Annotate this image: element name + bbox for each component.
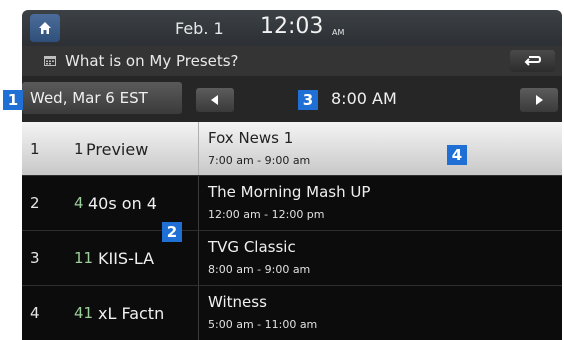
status-date: Feb. 1	[175, 19, 224, 38]
row-divider	[198, 176, 199, 230]
channel-number: 4	[74, 194, 84, 212]
show-title: The Morning Mash UP	[208, 183, 371, 201]
callout-4: 4	[447, 145, 467, 165]
show-time: 12:00 am - 12:00 pm	[208, 208, 325, 221]
callout-3: 3	[298, 90, 318, 110]
page-title: What is on My Presets?	[65, 52, 239, 70]
channel-name: xL Factn	[98, 304, 165, 323]
arrow-left-icon	[211, 95, 218, 105]
arrow-right-icon	[536, 95, 543, 105]
home-icon	[39, 22, 51, 34]
channel-number: 1	[74, 140, 84, 158]
next-time-button[interactable]	[520, 88, 558, 112]
preset-list: 1 1 Preview Fox News 1 7:00 am - 9:00 am…	[22, 122, 562, 340]
show-time: 5:00 am - 11:00 am	[208, 318, 318, 331]
day-selector-button[interactable]: Wed, Mar 6 EST	[22, 82, 182, 114]
status-ampm: AM	[332, 28, 345, 37]
channel-number: 11	[74, 249, 94, 267]
row-divider	[198, 231, 199, 285]
channel-name: 40s on 4	[88, 194, 157, 213]
preset-row-3[interactable]: 3 11 KIIS-LA TVG Classic 8:00 am - 9:00 …	[22, 230, 562, 285]
preset-row-2[interactable]: 2 4 40s on 4 The Morning Mash UP 12:00 a…	[22, 175, 562, 230]
preset-index: 4	[30, 304, 40, 322]
selected-time: 8:00 AM	[331, 89, 397, 108]
previous-time-button[interactable]	[196, 88, 234, 112]
home-button[interactable]	[30, 14, 60, 42]
show-title: Witness	[208, 293, 267, 311]
preset-index: 2	[30, 194, 40, 212]
date-time-nav: Wed, Mar 6 EST 8:00 AM	[22, 76, 562, 122]
status-time: 12:03	[260, 14, 324, 39]
channel-name: KIIS-LA	[98, 249, 155, 268]
back-icon	[524, 56, 541, 66]
preset-row-1[interactable]: 1 1 Preview Fox News 1 7:00 am - 9:00 am	[22, 122, 562, 175]
callout-1: 1	[3, 90, 23, 110]
show-time: 7:00 am - 9:00 am	[208, 154, 311, 167]
show-title: Fox News 1	[208, 129, 294, 147]
back-button[interactable]	[510, 50, 555, 72]
title-bar: What is on My Presets?	[22, 46, 562, 76]
preset-index: 1	[30, 140, 40, 158]
channel-name: Preview	[86, 140, 149, 159]
show-title: TVG Classic	[208, 238, 296, 256]
calendar-icon	[44, 56, 56, 66]
row-divider	[198, 122, 199, 175]
status-bar: Feb. 1 12:03 AM	[22, 10, 562, 46]
callout-2: 2	[162, 222, 182, 242]
show-time: 8:00 am - 9:00 am	[208, 263, 311, 276]
preset-index: 3	[30, 249, 40, 267]
channel-number: 41	[74, 304, 94, 322]
